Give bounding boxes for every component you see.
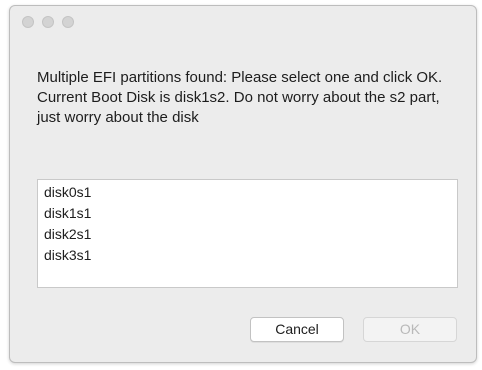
partition-list[interactable]: disk0s1 disk1s1 disk2s1 disk3s1	[37, 179, 458, 288]
list-item[interactable]: disk1s1	[38, 203, 457, 224]
cancel-button[interactable]: Cancel	[250, 317, 344, 342]
list-item[interactable]: disk0s1	[38, 182, 457, 203]
dialog-window: Multiple EFI partitions found: Please se…	[9, 5, 477, 363]
ok-button[interactable]: OK	[363, 317, 457, 342]
title-bar[interactable]	[10, 6, 476, 36]
list-item[interactable]: disk3s1	[38, 245, 457, 266]
dialog-message: Multiple EFI partitions found: Please se…	[37, 69, 443, 126]
zoom-window-button[interactable]	[62, 16, 74, 28]
minimize-window-button[interactable]	[42, 16, 54, 28]
close-window-button[interactable]	[22, 16, 34, 28]
list-item[interactable]: disk2s1	[38, 224, 457, 245]
